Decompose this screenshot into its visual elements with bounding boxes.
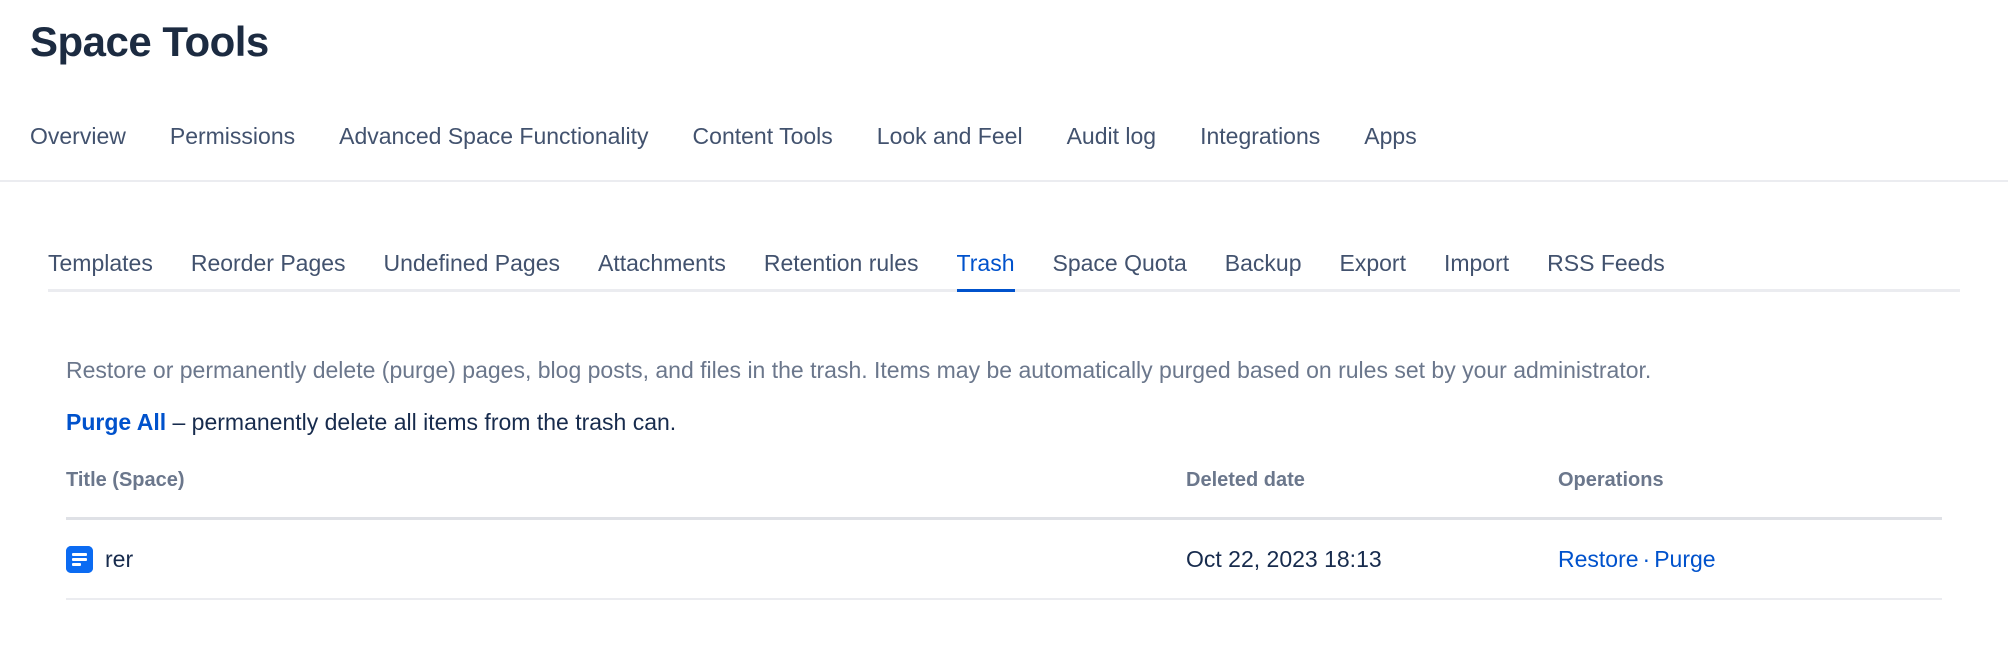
- operations-separator: ·: [1639, 546, 1655, 572]
- column-header-deleted-date: Deleted date: [1186, 467, 1558, 519]
- table-body: rer Oct 22, 2023 18:13 Restore·Purge: [66, 519, 1942, 600]
- trash-table: Title (Space) Deleted date Operations: [66, 467, 1942, 600]
- tab-export[interactable]: Export: [1339, 248, 1405, 289]
- tab-attachments[interactable]: Attachments: [598, 248, 726, 289]
- nav-item-audit-log[interactable]: Audit log: [1067, 122, 1157, 150]
- nav-item-content-tools[interactable]: Content Tools: [693, 122, 833, 150]
- page-title: Space Tools: [30, 16, 269, 68]
- tab-backup[interactable]: Backup: [1225, 248, 1302, 289]
- tab-undefined-pages[interactable]: Undefined Pages: [384, 248, 560, 289]
- nav-item-advanced-space-functionality[interactable]: Advanced Space Functionality: [339, 122, 648, 150]
- tab-trash[interactable]: Trash: [957, 248, 1015, 289]
- purge-link[interactable]: Purge: [1654, 546, 1715, 572]
- table-row: rer Oct 22, 2023 18:13 Restore·Purge: [66, 519, 1942, 600]
- tab-rss-feeds[interactable]: RSS Feeds: [1547, 248, 1665, 289]
- tab-retention-rules[interactable]: Retention rules: [764, 248, 919, 289]
- nav-item-overview[interactable]: Overview: [30, 122, 126, 150]
- cell-deleted-date: Oct 22, 2023 18:13: [1186, 519, 1558, 600]
- tab-import[interactable]: Import: [1444, 248, 1509, 289]
- nav-item-apps[interactable]: Apps: [1364, 122, 1416, 150]
- restore-link[interactable]: Restore: [1558, 546, 1639, 572]
- page-icon: [66, 546, 93, 573]
- sub-tab-bar: Templates Reorder Pages Undefined Pages …: [48, 248, 1960, 292]
- nav-item-look-and-feel[interactable]: Look and Feel: [877, 122, 1023, 150]
- nav-item-permissions[interactable]: Permissions: [170, 122, 295, 150]
- table-header: Title (Space) Deleted date Operations: [66, 467, 1942, 519]
- table-header-row: Title (Space) Deleted date Operations: [66, 467, 1942, 519]
- purge-all-link[interactable]: Purge All: [66, 409, 166, 435]
- cell-operations: Restore·Purge: [1558, 519, 1942, 600]
- trash-description: Restore or permanently delete (purge) pa…: [66, 355, 1651, 385]
- primary-nav: Overview Permissions Advanced Space Func…: [0, 122, 2008, 182]
- tab-space-quota[interactable]: Space Quota: [1053, 248, 1187, 289]
- tab-templates[interactable]: Templates: [48, 248, 153, 289]
- tab-reorder-pages[interactable]: Reorder Pages: [191, 248, 346, 289]
- column-header-operations: Operations: [1558, 467, 1942, 519]
- trash-item-title[interactable]: rer: [105, 545, 133, 573]
- nav-item-integrations[interactable]: Integrations: [1200, 122, 1320, 150]
- purge-all-line: Purge All – permanently delete all items…: [66, 407, 676, 437]
- column-header-title: Title (Space): [66, 467, 1186, 519]
- space-tools-page: Space Tools Overview Permissions Advance…: [0, 0, 2008, 672]
- cell-title: rer: [66, 519, 1186, 600]
- purge-all-description: – permanently delete all items from the …: [166, 409, 676, 435]
